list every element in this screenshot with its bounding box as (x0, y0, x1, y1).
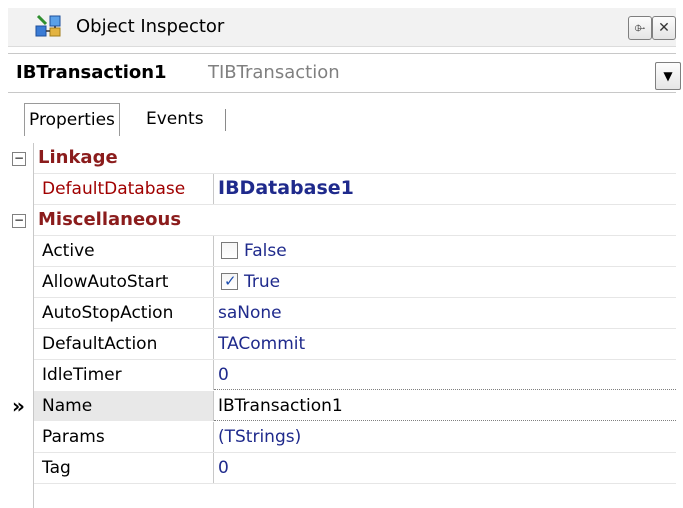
property-name: IdleTimer (42, 365, 122, 385)
property-row-active[interactable]: Active False (10, 236, 676, 267)
object-inspector-icon (35, 14, 61, 37)
tab-events[interactable]: Events (146, 103, 204, 135)
collapse-icon[interactable]: − (12, 152, 26, 166)
property-value[interactable]: (TStrings) (218, 427, 301, 447)
property-value[interactable]: IBTransaction1 (218, 396, 343, 416)
property-value[interactable]: 0 (218, 458, 229, 478)
chevron-down-icon: ▼ (663, 69, 673, 83)
checkmark-icon: ✓ (224, 272, 237, 290)
property-name: Params (42, 427, 105, 447)
property-name: AutoStopAction (42, 303, 174, 323)
property-value[interactable]: TACommit (218, 334, 305, 354)
property-name: DefaultAction (42, 334, 158, 354)
close-button[interactable]: ✕ (652, 16, 676, 40)
category-row-miscellaneous[interactable]: − Miscellaneous (10, 205, 676, 236)
pin-button[interactable]: ⌱ (628, 16, 652, 40)
property-grid: − Linkage DefaultDatabase IBDatabase1 − … (10, 143, 676, 508)
property-row-tag[interactable]: Tag 0 (10, 453, 676, 484)
property-name: Tag (42, 458, 71, 478)
property-name: DefaultDatabase (42, 179, 186, 199)
property-row-params[interactable]: Params (TStrings) (10, 422, 676, 453)
property-name: Name (42, 396, 93, 416)
close-icon: ✕ (658, 20, 670, 36)
property-row-name[interactable]: » Name IBTransaction1 (10, 391, 676, 422)
collapse-icon[interactable]: − (12, 214, 26, 228)
property-value[interactable]: 0 (218, 365, 229, 385)
component-type: TIBTransaction (208, 62, 340, 83)
tab-properties[interactable]: Properties (24, 103, 120, 136)
property-row-autostopaction[interactable]: AutoStopAction saNone (10, 298, 676, 329)
inspector-tabs: Properties Events (8, 95, 676, 143)
component-selector[interactable]: IBTransaction1 TIBTransaction ▼ (8, 53, 681, 93)
property-row-defaultdatabase[interactable]: DefaultDatabase IBDatabase1 (10, 174, 676, 205)
property-value[interactable]: IBDatabase1 (218, 177, 354, 199)
property-value: True (244, 272, 281, 292)
active-checkbox[interactable] (221, 242, 238, 259)
category-row-linkage[interactable]: − Linkage (10, 143, 676, 174)
category-label: Linkage (38, 147, 118, 168)
property-row-defaultaction[interactable]: DefaultAction TACommit (10, 329, 676, 360)
category-label: Miscellaneous (38, 209, 182, 230)
allowautostart-checkbox[interactable]: ✓ (221, 272, 238, 290)
tab-separator (225, 109, 226, 131)
selector-dropdown-button[interactable]: ▼ (655, 62, 681, 90)
selected-row-indicator-icon: » (12, 394, 25, 418)
property-name: Active (42, 241, 95, 261)
pin-icon: ⌱ (634, 20, 646, 36)
title-bar: Object Inspector ⌱ ✕ (8, 8, 676, 47)
window-title: Object Inspector (76, 16, 225, 37)
property-row-idletimer[interactable]: IdleTimer 0 (10, 360, 676, 391)
property-value[interactable]: saNone (218, 303, 282, 323)
property-row-allowautostart[interactable]: AllowAutoStart ✓ True (10, 267, 676, 298)
property-name: AllowAutoStart (42, 272, 169, 292)
property-value: False (244, 241, 287, 261)
component-name: IBTransaction1 (16, 62, 167, 83)
